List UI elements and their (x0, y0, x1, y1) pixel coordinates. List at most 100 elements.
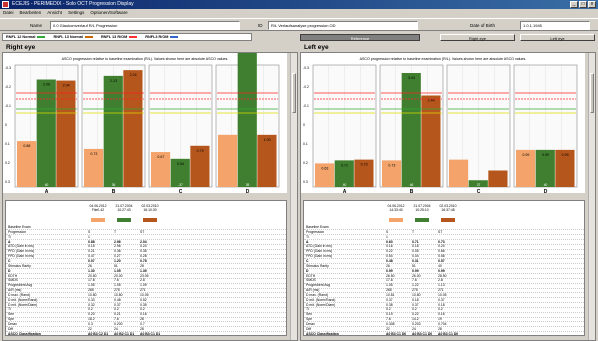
table-cell: 0.04 (412, 254, 419, 259)
menu-item-ansicht[interactable]: Ansicht (47, 9, 62, 17)
legend-item: RNFL 13 R/OM (101, 35, 138, 39)
left-eye-panel: ASCO progression relative to baseline ex… (300, 52, 596, 341)
table-cell: 0.78 (140, 258, 147, 263)
series-swatch (389, 218, 403, 222)
bar-label: 0.79 (197, 149, 204, 153)
y-tick-label: 0.2 (303, 161, 308, 165)
table-cell: 0.05 (412, 249, 419, 254)
table-row-label: D (8, 268, 11, 273)
table-cell: A0 B3 C1 D0 (386, 331, 407, 336)
window-title: ECEJIS - PERIMEDIX - Solo OCT Progressio… (12, 1, 134, 7)
bar-label: 2.06 (43, 83, 50, 87)
table-cell: 20.00 (114, 273, 123, 278)
table-row-label: Spe (306, 317, 313, 322)
series-legend: RNFL 12 Normal RNFL 13 Normal RNFL 13 R/… (2, 33, 252, 41)
exam-column-header: 21.07.2004 10:25:10 (413, 204, 431, 213)
bar-label: 2.13 (110, 79, 117, 83)
menu-item-optionen[interactable]: Optionen/Software (90, 9, 127, 17)
table-cell: 0.56 (438, 254, 445, 259)
table-cell: 0.3 (88, 322, 93, 326)
category-label: C (179, 189, 183, 193)
y-tick-label: -0.3 (303, 66, 309, 70)
menu-item-settings[interactable]: Settings (68, 9, 84, 17)
name-field[interactable]: 0.0 Glaukomverlauf R/L Progression (50, 21, 240, 30)
table-row-label: D mit. (Norm/Rand) (306, 297, 336, 302)
category-label: A (343, 189, 347, 193)
row-divider (6, 336, 286, 337)
table-cell: 0.73 (438, 239, 445, 244)
left-eye-header: Left eye (304, 44, 329, 51)
right-eye-scrollbar[interactable] (290, 53, 297, 340)
table-row-label: ASCO Classification (306, 331, 339, 336)
table-cell: 10.81 (386, 292, 395, 297)
dob-field[interactable]: 1.0.1.1945 (520, 21, 590, 30)
table-cell: 18.2 (88, 317, 95, 322)
table-cell: 26 (386, 263, 390, 268)
table-cell: 275 (412, 288, 418, 293)
category-label: C (477, 189, 481, 193)
table-row-label: D mit. (Norm/Diam) (8, 302, 38, 307)
table-cell: 265 (88, 288, 94, 293)
table-row-label: Dmax (8, 322, 17, 326)
table-cell: 7.6 (386, 317, 391, 322)
table-cell: 1.05 (114, 268, 121, 273)
table-cell: T (412, 229, 415, 234)
table-cell: A0 B2 C1 D1 (114, 331, 135, 336)
minimize-button[interactable]: _ (570, 1, 578, 8)
scroll-thumb[interactable] (292, 73, 296, 113)
id-field[interactable]: R/L Verlaufsanalyse progression OD (268, 21, 418, 30)
table-cell: 1.20 (114, 258, 121, 263)
category-group-d: 0.99 0.99 0.99 40 D (513, 64, 578, 193)
table-cell: 0.63 (386, 239, 393, 244)
table-cell: 0.2 (412, 307, 417, 312)
menu-bar: Datei Bearbeiten Ansicht Settings Option… (0, 9, 598, 17)
table-row-label: Dmax (306, 322, 315, 326)
table-cell: 17.8 (386, 278, 393, 283)
table-cell: S (88, 229, 91, 234)
table-cell: A0 B3 C1 D0 (438, 331, 459, 336)
table-cell: 0.31 (412, 258, 419, 263)
table-cell: 0.37 (386, 297, 393, 302)
table-row-label: A (306, 239, 309, 244)
scroll-thumb[interactable] (590, 73, 594, 113)
table-row-label: D mit. (Norm/Rand) (8, 297, 38, 302)
bar (449, 159, 469, 187)
table-row-label: D mit. (Norm/Diam) (306, 302, 336, 307)
left-eye-scrollbar[interactable] (588, 53, 595, 340)
table-cell: ST (140, 229, 145, 234)
table-row-label: Progredient Avg (306, 283, 331, 288)
menu-item-bearbeiten[interactable]: Bearbeiten (20, 9, 42, 17)
table-cell: 0.99 (386, 268, 393, 273)
exam-column-header: 04.06.2012 14:33:40 (387, 204, 405, 213)
table-row-label: Diff (306, 326, 312, 331)
category-label: B (112, 189, 116, 193)
left-eye-button[interactable]: Left eye (520, 34, 595, 41)
patient-fields: Name 0.0 Glaukomverlauf R/L Progression … (0, 18, 598, 31)
table-cell: 0.2 (438, 307, 443, 312)
close-button[interactable]: x (588, 1, 596, 8)
bar-label: 0.99 (542, 153, 549, 157)
row-divider (304, 336, 584, 337)
y-tick-label: 0 (303, 123, 305, 127)
reference-button[interactable]: Reference (300, 34, 420, 41)
table-row-label: Progredient Avg (8, 283, 33, 288)
table-cell: 1.22 (412, 283, 419, 288)
table-cell: 275 (114, 288, 120, 293)
exam-column-header: 21.07.2004 10:27:43 (115, 204, 133, 213)
table-cell: 0.37 (438, 297, 445, 302)
right-eye-chart: ASCO progression relative to baseline ex… (3, 53, 287, 193)
table-cell: 40 (438, 263, 442, 268)
table-row-label: EDTH (8, 273, 18, 278)
bar-label: 0.88 (23, 144, 30, 148)
table-cell: S (386, 229, 389, 234)
table-row-label: FPD (Gain in ms) (8, 254, 35, 259)
table-cell: 0.15 (88, 244, 95, 249)
menu-item-datei[interactable]: Datei (3, 9, 14, 17)
table-cell: 51 (114, 263, 118, 268)
table-cell: 271 (140, 288, 146, 293)
table-cell: 0.37 (412, 302, 419, 307)
right-eye-button[interactable]: Right eye (440, 34, 515, 41)
bar-label: 2.24 (130, 73, 137, 77)
maximize-button[interactable]: □ (579, 1, 587, 8)
table-row-label: ATD (Gain in ms) (8, 244, 34, 249)
